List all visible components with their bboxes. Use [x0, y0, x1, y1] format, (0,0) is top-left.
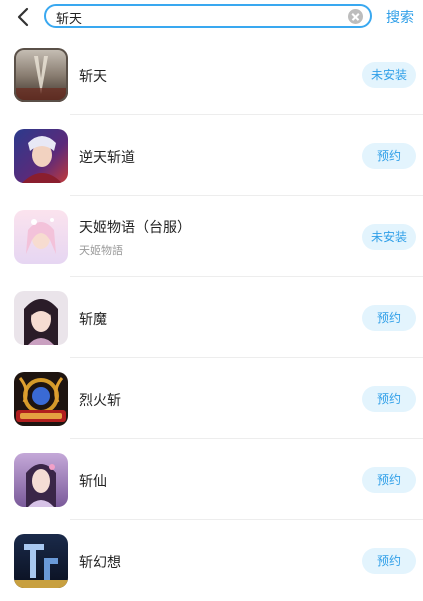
game-icon [14, 453, 68, 507]
list-item[interactable]: 斩天 未安装 [0, 34, 423, 115]
search-button[interactable]: 搜索 [386, 7, 414, 27]
result-list: 斩天 未安装 逆天斩道 预约 天姬物语（台服） 天姬物語 未安装 斩魔 预约 烈… [0, 34, 423, 601]
reserve-button[interactable]: 预约 [362, 143, 416, 169]
clear-circle-icon[interactable] [348, 9, 363, 24]
search-bar: 搜索 [0, 0, 423, 34]
app-name: 天姬物语（台服） [79, 220, 191, 236]
search-field[interactable] [44, 4, 372, 28]
game-icon [14, 210, 68, 264]
search-results-page: 搜索 斩 [0, 0, 423, 601]
list-item[interactable]: 斩幻想 预约 [0, 520, 423, 601]
not-installed-button[interactable]: 未安装 [362, 62, 416, 88]
list-item[interactable]: 逆天斩道 预约 [0, 115, 423, 196]
app-name: 逆天斩道 [79, 150, 135, 166]
app-name: 斩魔 [79, 312, 107, 328]
app-name: 烈火斩 [79, 393, 121, 409]
game-icon [14, 534, 68, 588]
list-item[interactable]: 斩魔 预约 [0, 277, 423, 358]
reserve-button[interactable]: 预约 [362, 305, 416, 331]
search-input[interactable] [56, 8, 336, 26]
list-item[interactable]: 斩仙 预约 [0, 439, 423, 520]
chevron-left-icon [17, 7, 29, 27]
reserve-button[interactable]: 预约 [362, 386, 416, 412]
list-item[interactable]: 烈火斩 预约 [0, 358, 423, 439]
list-item[interactable]: 天姬物语（台服） 天姬物語 未安装 [0, 196, 423, 277]
game-icon [14, 48, 68, 102]
game-icon [14, 291, 68, 345]
app-subtitle: 天姬物語 [79, 244, 123, 257]
app-name: 斩天 [79, 69, 107, 85]
game-icon [14, 129, 68, 183]
game-icon [14, 372, 68, 426]
app-name: 斩幻想 [79, 555, 121, 571]
back-button[interactable] [14, 6, 34, 28]
not-installed-button[interactable]: 未安装 [362, 224, 416, 250]
reserve-button[interactable]: 预约 [362, 548, 416, 574]
reserve-button[interactable]: 预约 [362, 467, 416, 493]
app-name: 斩仙 [79, 474, 107, 490]
